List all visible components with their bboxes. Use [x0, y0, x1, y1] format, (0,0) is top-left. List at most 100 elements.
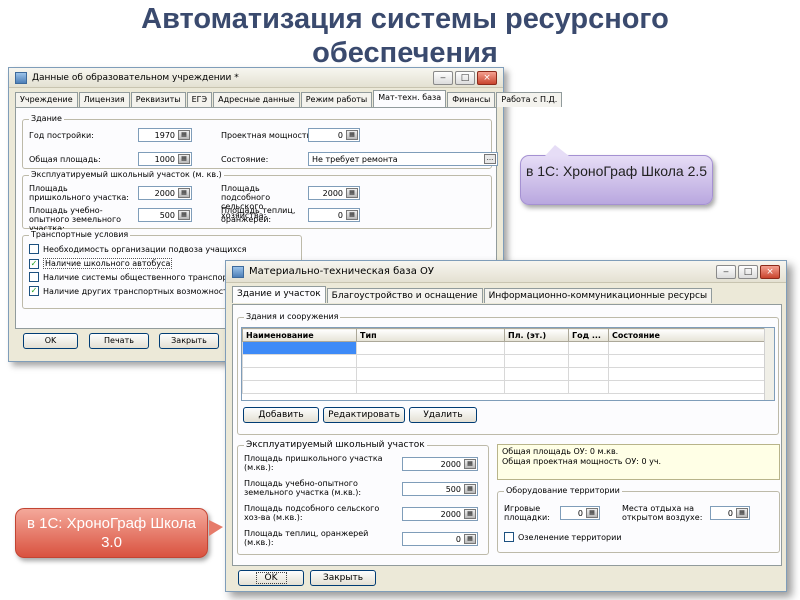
- callout-version-30: в 1С: ХроноГраф Школа 3.0: [15, 508, 208, 558]
- close-icon[interactable]: ×: [760, 264, 780, 279]
- minimize-icon[interactable]: ‒: [433, 70, 453, 85]
- checkbox-icon[interactable]: [504, 532, 514, 542]
- rest-areas-label: Места отдыха на открытом воздухе:: [622, 504, 703, 522]
- maximize-icon[interactable]: □: [738, 264, 758, 279]
- table-row[interactable]: [242, 380, 767, 394]
- plot-group: Эксплуатируемый школьный участок (м. кв.…: [22, 170, 492, 233]
- delete-button[interactable]: Удалить: [409, 407, 477, 423]
- greenhouse-field-b[interactable]: 0 ▦: [402, 532, 478, 546]
- area-field[interactable]: 1000 ▦: [138, 152, 192, 166]
- minimize-icon[interactable]: ‒: [716, 264, 736, 279]
- checkbox-school-bus[interactable]: ✓ Наличие школьного автобуса: [29, 258, 173, 269]
- year-field[interactable]: 1970 ▦: [138, 128, 192, 142]
- capacity-field[interactable]: 0 ▦: [308, 128, 360, 142]
- close-icon[interactable]: ×: [477, 70, 497, 85]
- checkbox-greening[interactable]: Озеленение территории: [504, 532, 622, 542]
- calculator-icon[interactable]: ▦: [178, 130, 190, 140]
- checkbox-public-transport[interactable]: Наличие системы общественного транспорта: [29, 272, 237, 282]
- window-b-titlebar[interactable]: Материально-техническая база ОУ ‒ □ ×: [226, 261, 786, 283]
- school-area-label-b: Площадь пришкольного участка (м.кв.):: [244, 454, 383, 472]
- calculator-icon[interactable]: ▦: [346, 188, 358, 198]
- callout-version-25: в 1С: ХроноГраф Школа 2.5: [520, 155, 713, 205]
- calculator-icon[interactable]: ▦: [178, 188, 190, 198]
- buildings-table[interactable]: Наименование Тип Пл. (эт.) Год ... Состо…: [241, 327, 775, 401]
- plot-group-label: Эксплуатируемый школьный участок (м. кв.…: [29, 170, 224, 179]
- tab-address[interactable]: Адресные данные: [213, 92, 300, 107]
- column-header-name[interactable]: Наименование: [242, 328, 357, 342]
- school-area-field-b[interactable]: 2000 ▦: [402, 457, 478, 471]
- tab-ict-resources[interactable]: Информационно-коммуникационные ресурсы: [483, 288, 713, 303]
- window-a-titlebar[interactable]: Данные об образовательном учреждении * ‒…: [9, 68, 503, 88]
- close-button-a[interactable]: Закрыть: [159, 333, 219, 349]
- tab-finance[interactable]: Финансы: [447, 92, 496, 107]
- tab-building-plot[interactable]: Здание и участок: [232, 286, 326, 303]
- checkmark-icon[interactable]: ✓: [29, 286, 39, 296]
- training-field-b[interactable]: 500 ▦: [402, 482, 478, 496]
- total-capacity-text: Общая проектная мощность ОУ: 0 уч.: [502, 457, 662, 466]
- ok-button-b[interactable]: OK: [238, 570, 304, 586]
- tab-institution[interactable]: Учреждение: [15, 92, 78, 107]
- window-a-title: Данные об образовательном учреждении *: [32, 72, 239, 83]
- state-field[interactable]: Не требует ремонта...: [308, 152, 498, 166]
- checkbox-pickup[interactable]: Необходимость организации подвоза учащих…: [29, 244, 246, 254]
- transport-group-label: Транспортные условия: [29, 230, 131, 239]
- calculator-icon[interactable]: ▦: [464, 509, 476, 519]
- greenhouse-field[interactable]: 0 ▦: [308, 208, 360, 222]
- calculator-icon[interactable]: ▦: [346, 210, 358, 220]
- app-icon: [15, 71, 27, 84]
- close-button-b[interactable]: Закрыть: [310, 570, 376, 586]
- capacity-label: Проектная мощность:: [221, 131, 314, 140]
- total-area-text: Общая площадь ОУ: 0 м.кв.: [502, 447, 619, 456]
- tab-work-mode[interactable]: Режим работы: [300, 92, 373, 107]
- calculator-icon[interactable]: ▦: [346, 130, 358, 140]
- tab-ege[interactable]: ЕГЭ: [186, 92, 213, 107]
- table-row[interactable]: [242, 354, 767, 368]
- table-scrollbar[interactable]: [764, 328, 774, 400]
- calculator-icon[interactable]: ▦: [464, 534, 476, 544]
- edit-button[interactable]: Редактировать: [323, 407, 405, 423]
- app-icon: [232, 265, 244, 278]
- training-field[interactable]: 500 ▦: [138, 208, 192, 222]
- plot-group-b-label: Эксплуатируемый школьный участок: [244, 440, 427, 450]
- column-header-state[interactable]: Состояние: [608, 328, 767, 342]
- school-area-field[interactable]: 2000 ▦: [138, 186, 192, 200]
- tab-improvement[interactable]: Благоустройство и оснащение: [326, 288, 483, 303]
- checkbox-other-transport[interactable]: ✓ Наличие других транспортных возможност…: [29, 286, 238, 296]
- column-header-floors[interactable]: Пл. (эт.): [504, 328, 569, 342]
- tab-license[interactable]: Лицензия: [78, 92, 130, 107]
- farm-field-b[interactable]: 2000 ▦: [402, 507, 478, 521]
- callout-tail-30: [209, 520, 223, 536]
- ok-button-a[interactable]: OK: [23, 333, 78, 349]
- greenhouse-label: Площадь теплиц, оранжерей:: [221, 206, 296, 224]
- tab-personal-data[interactable]: Работа с П.Д.: [496, 92, 563, 107]
- territory-group: Оборудование территории Игровые площадки…: [497, 486, 780, 553]
- building-group-label: Здание: [29, 114, 64, 123]
- window-material-base: Материально-техническая база ОУ ‒ □ × Зд…: [225, 260, 787, 592]
- building-group: Здание Год постройки: 1970 ▦ Проектная мо…: [22, 114, 498, 169]
- column-header-type[interactable]: Тип: [356, 328, 505, 342]
- plot-group-b: Эксплуатируемый школьный участок Площадь…: [237, 440, 489, 555]
- column-header-year[interactable]: Год ...: [568, 328, 609, 342]
- table-row[interactable]: [242, 341, 767, 355]
- calculator-icon[interactable]: ▦: [736, 508, 748, 518]
- checkbox-icon[interactable]: [29, 244, 39, 254]
- maximize-icon[interactable]: □: [455, 70, 475, 85]
- calculator-icon[interactable]: ▦: [464, 484, 476, 494]
- calculator-icon[interactable]: ▦: [178, 154, 190, 164]
- playgrounds-field[interactable]: 0 ▦: [560, 506, 600, 520]
- checkbox-icon[interactable]: [29, 272, 39, 282]
- checkmark-icon[interactable]: ✓: [29, 258, 39, 269]
- calculator-icon[interactable]: ▦: [464, 459, 476, 469]
- tab-material-base[interactable]: Мат-техн. база: [373, 90, 447, 107]
- rest-areas-field[interactable]: 0 ▦: [710, 506, 750, 520]
- print-button[interactable]: Печать: [89, 333, 149, 349]
- add-button[interactable]: Добавить: [243, 407, 319, 423]
- calculator-icon[interactable]: ▦: [586, 508, 598, 518]
- school-area-label: Площадь пришкольного участка:: [29, 184, 129, 202]
- ellipsis-icon[interactable]: ...: [484, 154, 496, 164]
- tab-requisites[interactable]: Реквизиты: [130, 92, 186, 107]
- table-row[interactable]: [242, 367, 767, 381]
- farm-field[interactable]: 2000 ▦: [308, 186, 360, 200]
- farm-label-b: Площадь подсобного сельского хоз-ва (м.к…: [244, 504, 380, 522]
- calculator-icon[interactable]: ▦: [178, 210, 190, 220]
